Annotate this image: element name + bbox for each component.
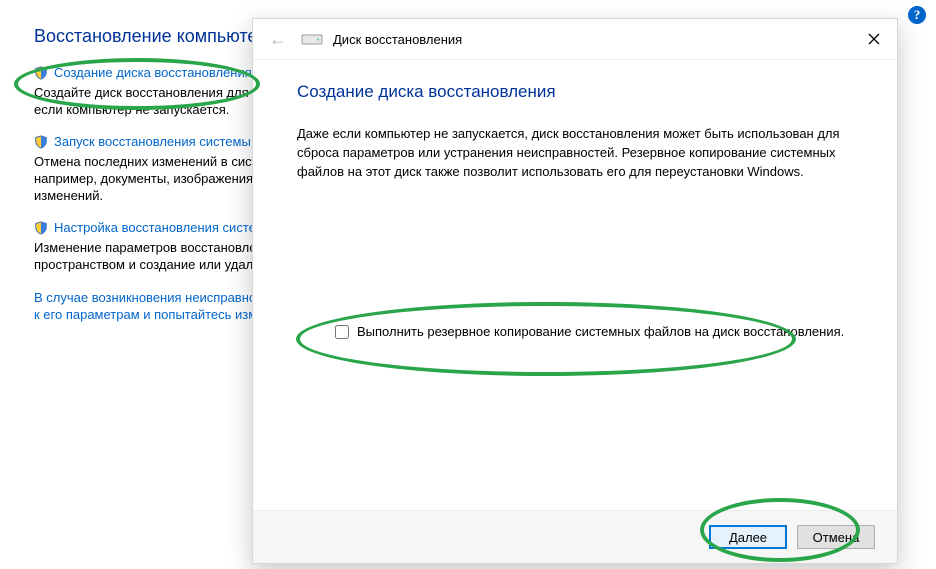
dialog-body: Создание диска восстановления Даже если …: [253, 60, 897, 181]
link-label: Запуск восстановления системы: [54, 134, 251, 150]
dialog-title: Диск восстановления: [333, 32, 462, 47]
dialog-paragraph: Даже если компьютер не запускается, диск…: [297, 124, 853, 181]
backup-checkbox-label[interactable]: Выполнить резервное копирование системны…: [357, 324, 844, 339]
link-label: Настройка восстановления системы: [54, 220, 274, 236]
cancel-button[interactable]: Отмена: [797, 525, 875, 549]
back-arrow-icon: ←: [269, 29, 287, 50]
dialog-titlebar: ← Диск восстановления: [253, 19, 897, 60]
drive-icon: [301, 32, 323, 46]
shield-icon: [34, 135, 48, 149]
close-icon: [868, 33, 880, 45]
backup-checkbox-row: Выполнить резервное копирование системны…: [335, 324, 844, 339]
backup-checkbox[interactable]: [335, 325, 349, 339]
recovery-drive-dialog: ← Диск восстановления Создание диска вос…: [252, 18, 898, 564]
shield-icon: [34, 66, 48, 80]
dialog-footer: Далее Отмена: [253, 510, 897, 563]
help-icon[interactable]: ?: [908, 6, 926, 24]
link-label: Создание диска восстановления: [54, 65, 252, 81]
next-button[interactable]: Далее: [709, 525, 787, 549]
shield-icon: [34, 221, 48, 235]
dialog-heading: Создание диска восстановления: [297, 82, 853, 102]
close-button[interactable]: [851, 19, 897, 59]
